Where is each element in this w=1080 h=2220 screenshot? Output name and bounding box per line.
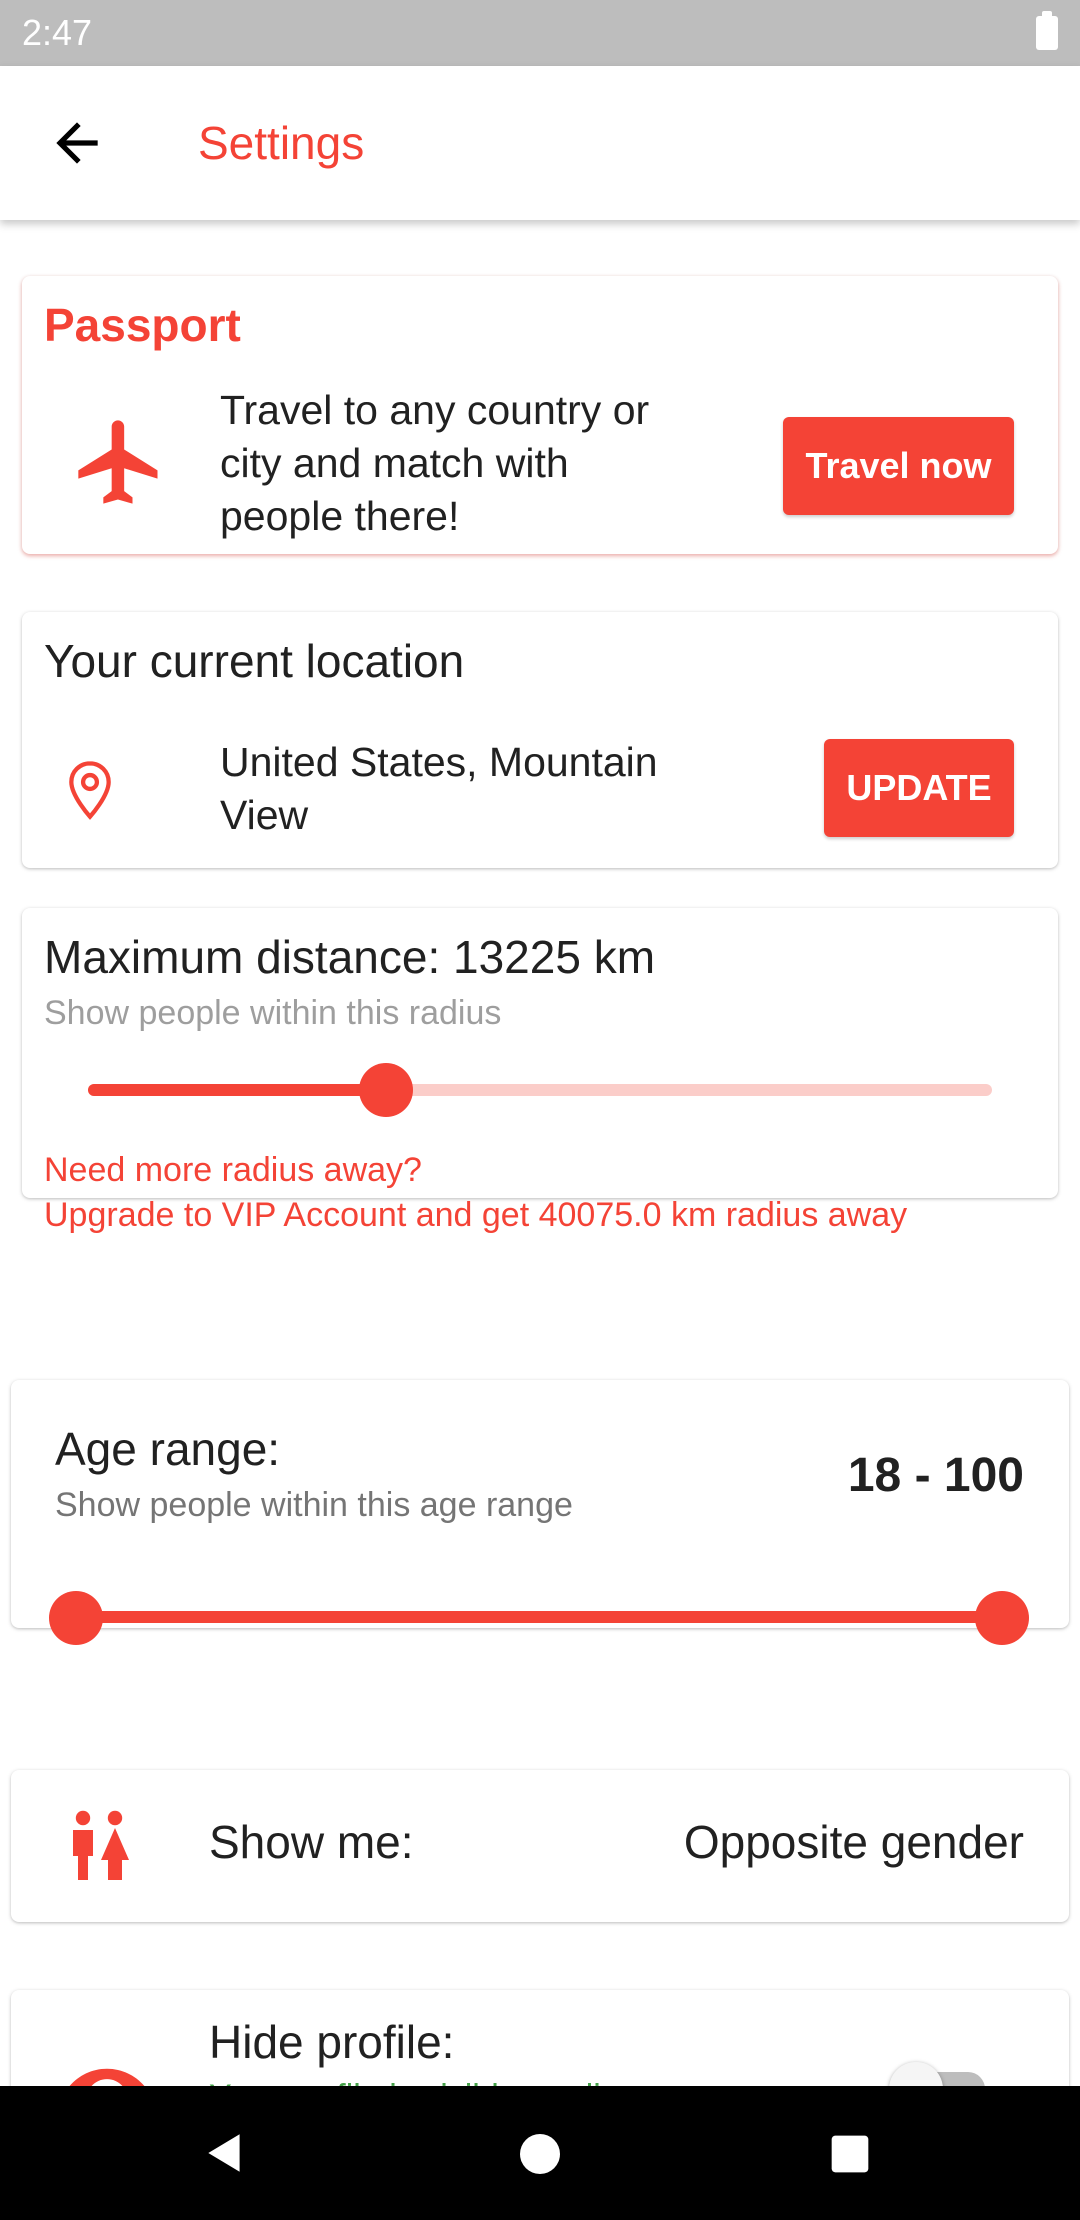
age-range-subtitle: Show people within this age range (55, 1486, 573, 1524)
age-min-thumb[interactable] (49, 1591, 103, 1645)
airplane-icon (78, 420, 158, 504)
eye-icon (69, 2068, 145, 2086)
distance-subtitle: Show people within this radius (44, 994, 502, 1032)
age-range-card: Age range: Show people within this age r… (11, 1380, 1069, 1645)
show-me-value: Opposite gender (683, 1816, 1024, 1868)
nav-home-icon[interactable] (516, 2130, 564, 2178)
location-value: United States, Mountain View (220, 739, 658, 838)
hide-profile-label: Hide profile: (209, 2016, 455, 2068)
location-pin-icon (69, 761, 111, 820)
couple-icon (73, 1810, 129, 1880)
show-me-label: Show me: (209, 1816, 414, 1868)
distance-card: Maximum distance: 13225 km Show people w… (22, 908, 1058, 1234)
settings-list[interactable]: Passport Travel to any country or city a… (0, 220, 1080, 2086)
system-nav-bar (0, 2086, 1080, 2220)
arrow-back-icon (56, 122, 98, 164)
hide-profile-toggle[interactable] (889, 2062, 943, 2086)
age-range-value: 18 - 100 (847, 1449, 1024, 1502)
page-title: Settings (198, 117, 365, 169)
hide-profile-subtitle: Your profile is visible on discover (209, 2078, 701, 2086)
location-title: Your current location (44, 635, 465, 687)
location-card: Your current location United States, Mou… (22, 612, 1058, 868)
nav-recents-icon[interactable] (828, 2132, 872, 2176)
battery-full-icon (1036, 11, 1058, 50)
travel-now-button[interactable]: Travel now (783, 417, 1014, 515)
show-me-card[interactable]: Show me: Opposite gender (11, 1770, 1069, 1922)
age-max-thumb[interactable] (975, 1591, 1029, 1645)
distance-title: Maximum distance: 13225 km (44, 931, 656, 983)
age-range-slider-track (77, 1611, 1004, 1623)
update-location-button[interactable]: UPDATE (824, 739, 1014, 837)
distance-slider-thumb[interactable] (359, 1063, 414, 1117)
distance-slider-fill (88, 1084, 387, 1096)
age-range-title: Age range: (55, 1423, 281, 1475)
hide-profile-card: Hide profile: Your profile is visible on… (11, 1990, 1069, 2086)
passport-card: Passport Travel to any country or city a… (22, 276, 1058, 554)
nav-back-icon[interactable] (200, 2128, 250, 2178)
status-bar: 2:47 (0, 0, 1080, 66)
passport-title: Passport (44, 299, 241, 351)
vip-upsell-text[interactable]: Need more radius away? Upgrade to VIP Ac… (44, 1148, 1044, 1238)
status-time: 2:47 (22, 12, 93, 53)
back-button[interactable] (46, 112, 108, 174)
app-bar: Settings (0, 66, 1080, 220)
passport-description: Travel to any country or city and match … (220, 387, 650, 539)
